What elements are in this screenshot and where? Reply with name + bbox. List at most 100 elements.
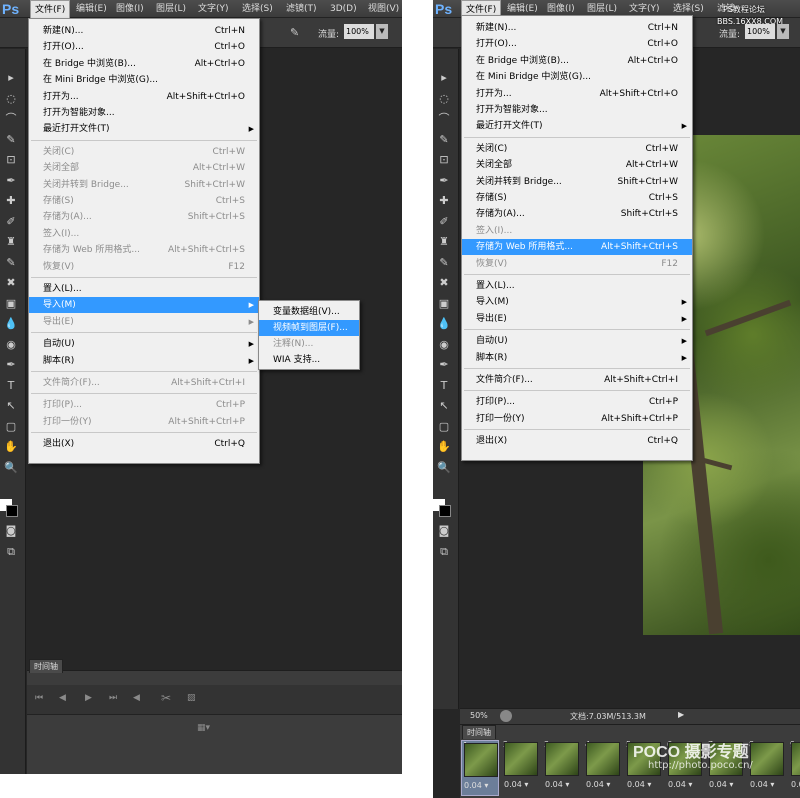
menu-item-16[interactable]: 导入(M) ▶ (29, 297, 259, 314)
menu-2[interactable]: 图像(I) (112, 0, 148, 18)
next-frame-icon[interactable]: ⏭ (109, 693, 117, 703)
move-icon[interactable]: ▸ (436, 71, 452, 85)
timeline-tab[interactable]: 时间轴 (462, 725, 496, 739)
screen-mode-icon[interactable]: ⧉ (3, 545, 19, 559)
menu-item-6[interactable]: 最近打开文件(T) ▶ (462, 118, 692, 134)
menu-item-17[interactable]: 导出(E) ▶ (462, 311, 692, 327)
menu-item-18[interactable]: 自动(U) ▶ (29, 336, 259, 352)
stamp-icon[interactable]: ♜ (3, 235, 19, 249)
hand-icon[interactable]: ✋ (3, 440, 19, 454)
background-color-swatch[interactable] (439, 505, 451, 517)
crop-icon[interactable]: ⊡ (3, 153, 19, 167)
menu-item-21[interactable]: 打印(P)... Ctrl+P (462, 394, 692, 410)
background-color-swatch[interactable] (6, 505, 18, 517)
menu-item-2[interactable]: 在 Bridge 中浏览(B)... Alt+Ctrl+O (462, 53, 692, 69)
zoom-icon[interactable]: 🔍 (436, 461, 452, 475)
frame-duration[interactable]: 0.04 ▾ (709, 780, 733, 789)
frame-duration[interactable]: 0.04 ▾ (464, 781, 488, 790)
timeline-frame[interactable]: 90.04 ▾ (789, 740, 800, 796)
screen-mode-icon[interactable]: ⧉ (436, 545, 452, 559)
menu-item-23[interactable]: 退出(X) Ctrl+Q (29, 436, 259, 452)
marquee-icon[interactable]: ◌ (436, 92, 452, 106)
menu-6[interactable]: 滤镜(T) (282, 0, 321, 18)
menu-4[interactable]: 文字(Y) (194, 0, 233, 18)
crop-icon[interactable]: ⊡ (436, 153, 452, 167)
shape-icon[interactable]: ▢ (3, 420, 19, 434)
menu-item-8[interactable]: 关闭全部 Alt+Ctrl+W (462, 157, 692, 173)
hand-icon[interactable]: ✋ (436, 440, 452, 454)
menu-item-4[interactable]: 打开为... Alt+Shift+Ctrl+O (29, 89, 259, 105)
menu-item-11[interactable]: 存储为(A)... Shift+Ctrl+S (462, 206, 692, 222)
timeline-frame[interactable]: 30.04 ▾ (543, 740, 581, 796)
menu-item-20[interactable]: 文件简介(F)... Alt+Shift+Ctrl+I (462, 372, 692, 388)
timeline-tab[interactable]: 时间轴 (29, 659, 63, 673)
menu-item-9[interactable]: 关闭并转到 Bridge... Shift+Ctrl+W (462, 174, 692, 190)
zoom-level[interactable]: 50% (470, 711, 488, 720)
quick-mask-icon[interactable]: ◙ (436, 524, 452, 538)
menu-item-0[interactable]: 新建(N)... Ctrl+N (462, 20, 692, 36)
eraser-icon[interactable]: ✖ (3, 276, 19, 290)
menu-0[interactable]: 文件(F) (30, 0, 71, 18)
brush-icon[interactable]: ✐ (436, 215, 452, 229)
frame-duration[interactable]: 0.04 ▾ (627, 780, 651, 789)
blur-icon[interactable]: 💧 (3, 317, 19, 331)
eyedropper-icon[interactable]: ✒ (3, 174, 19, 188)
menu-item-7[interactable]: 关闭(C) Ctrl+W (462, 141, 692, 157)
menu-item-19[interactable]: 脚本(R) ▶ (29, 353, 259, 369)
transition-icon[interactable]: ▨ (187, 693, 196, 703)
prev-frame-icon[interactable]: ◀ (59, 693, 66, 703)
flow-input[interactable]: 100% (745, 24, 775, 39)
menu-item-10[interactable]: 存储(S) Ctrl+S (462, 190, 692, 206)
timeline-frame[interactable]: 10.04 ▾ (461, 740, 499, 796)
frame-duration[interactable]: 0.04 ▾ (504, 780, 528, 789)
import-submenu-item-3[interactable]: WIA 支持... (259, 352, 359, 368)
history-brush-icon[interactable]: ✎ (3, 256, 19, 270)
quick-select-icon[interactable]: ✎ (436, 133, 452, 147)
healing-icon[interactable]: ✚ (3, 194, 19, 208)
airbrush-icon[interactable]: ✎ (290, 26, 299, 39)
menu-item-19[interactable]: 脚本(R) ▶ (462, 350, 692, 366)
scissors-icon[interactable]: ✂ (161, 691, 171, 705)
menu-item-13[interactable]: 存储为 Web 所用格式... Alt+Shift+Ctrl+S (462, 239, 692, 256)
timeline-frame[interactable]: 20.04 ▾ (502, 740, 540, 796)
import-submenu-item-1[interactable]: 视频帧到图层(F)... (259, 320, 359, 336)
type-icon[interactable]: T (3, 379, 19, 393)
menu-item-3[interactable]: 在 Mini Bridge 中浏览(G)... (29, 72, 259, 88)
menu-8[interactable]: 视图(V) (364, 0, 402, 18)
lasso-icon[interactable]: ⌒ (436, 112, 452, 126)
play-icon[interactable]: ▶ (85, 693, 92, 703)
menu-7[interactable]: 3D(D) (326, 0, 361, 18)
film-dropdown-icon[interactable]: ▦▾ (197, 723, 210, 733)
healing-icon[interactable]: ✚ (436, 194, 452, 208)
menu-item-22[interactable]: 打印一份(Y) Alt+Shift+Ctrl+P (462, 411, 692, 427)
status-icon[interactable] (500, 710, 512, 722)
menu-item-16[interactable]: 导入(M) ▶ (462, 294, 692, 310)
dodge-icon[interactable]: ◉ (436, 338, 452, 352)
blur-icon[interactable]: 💧 (436, 317, 452, 331)
zoom-icon[interactable]: 🔍 (3, 461, 19, 475)
marquee-icon[interactable]: ◌ (3, 92, 19, 106)
menu-5[interactable]: 选择(S) (238, 0, 277, 18)
menu-3[interactable]: 图层(L) (152, 0, 190, 18)
path-select-icon[interactable]: ↖ (436, 399, 452, 413)
menu-item-1[interactable]: 打开(O)... Ctrl+O (462, 36, 692, 52)
eyedropper-icon[interactable]: ✒ (436, 174, 452, 188)
status-menu-icon[interactable]: ▶ (678, 710, 684, 719)
stamp-icon[interactable]: ♜ (436, 235, 452, 249)
menu-item-0[interactable]: 新建(N)... Ctrl+N (29, 23, 259, 39)
quick-select-icon[interactable]: ✎ (3, 133, 19, 147)
menu-item-15[interactable]: 置入(L)... (462, 278, 692, 294)
flow-input[interactable]: 100% (344, 24, 374, 39)
pen-icon[interactable]: ✒ (436, 358, 452, 372)
menu-1[interactable]: 编辑(E) (72, 0, 111, 18)
frame-duration[interactable]: 0.04 ▾ (668, 780, 692, 789)
flow-dropdown-icon[interactable]: ▼ (376, 24, 388, 39)
frame-duration[interactable]: 0.04 ▾ (791, 780, 800, 789)
menu-item-5[interactable]: 打开为智能对象... (29, 105, 259, 121)
timeline-frame[interactable]: 80.04 ▾ (748, 740, 786, 796)
frame-duration[interactable]: 0.04 ▾ (586, 780, 610, 789)
menu-item-5[interactable]: 打开为智能对象... (462, 102, 692, 118)
timeline-frame[interactable]: 40.04 ▾ (584, 740, 622, 796)
menu-item-3[interactable]: 在 Mini Bridge 中浏览(G)... (462, 69, 692, 85)
flow-dropdown-icon[interactable]: ▼ (777, 24, 789, 39)
